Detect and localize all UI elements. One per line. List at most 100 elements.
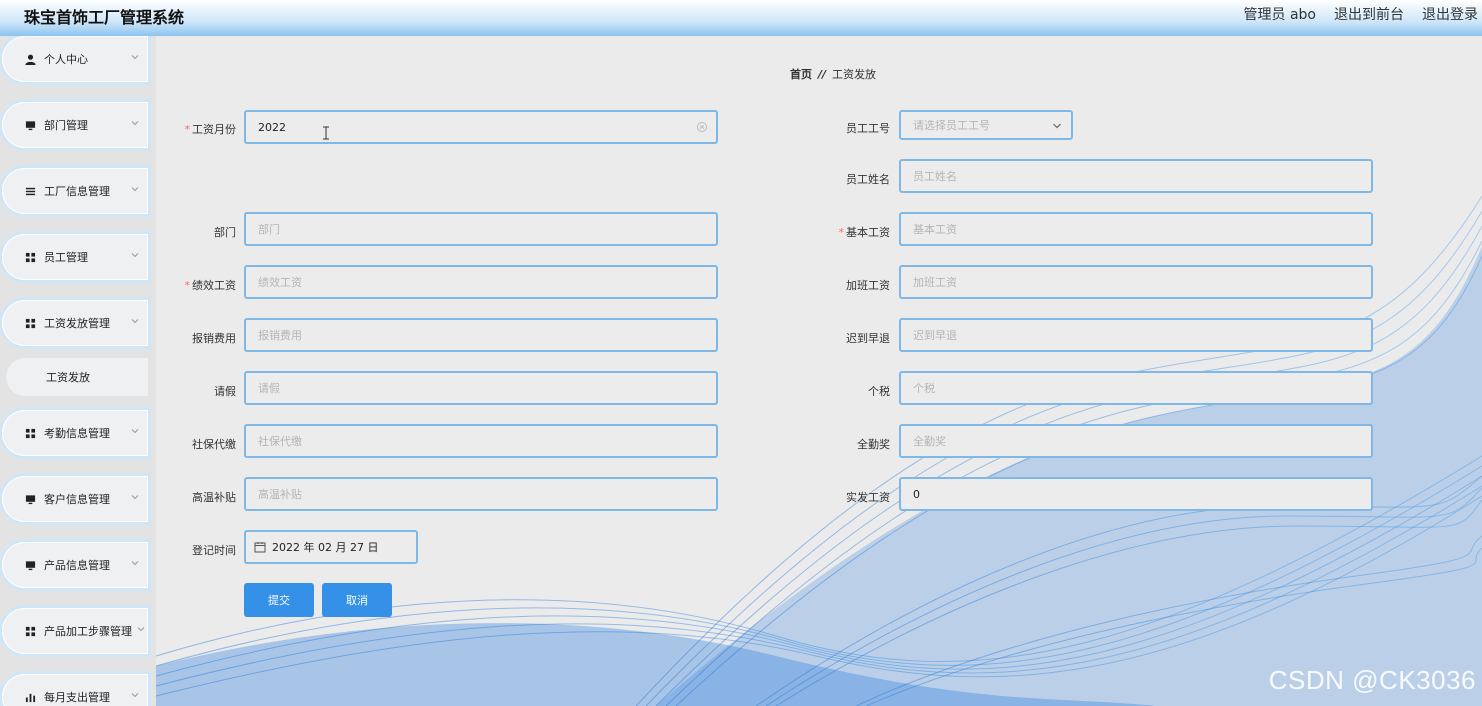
sidebar-item-processing-steps[interactable]: 产品加工步骤管理 [2, 608, 148, 654]
social-insurance-placeholder: 社保代缴 [258, 435, 302, 448]
admin-user-label: 管理员 abo [1243, 7, 1316, 23]
sidebar-item-label: 产品信息管理 [44, 559, 110, 572]
chevron-down-icon [1053, 123, 1061, 129]
performance-salary-label: * 绩效工资 [184, 279, 237, 292]
base-salary-label: * 基本工资 [838, 226, 891, 239]
breadcrumb: 首页 // 工资发放 [790, 66, 876, 82]
cancel-button[interactable]: 取消 [322, 583, 392, 617]
social-insurance-label: 社保代缴 [192, 438, 236, 451]
attendance-bonus-label: 全勤奖 [857, 438, 890, 451]
social-insurance-input[interactable]: 社保代缴 [244, 424, 718, 458]
sidebar-item-label: 产品加工步骤管理 [44, 625, 132, 638]
sidebar-item-label: 员工管理 [44, 251, 88, 264]
required-mark: * [184, 279, 191, 292]
register-time-datepicker[interactable]: 2022 年 02 月 27 日 [244, 530, 418, 564]
monitor-icon [24, 559, 36, 571]
heat-allowance-label: 高温补贴 [192, 491, 236, 504]
sidebar-item-employee[interactable]: 员工管理 [2, 234, 148, 280]
user-icon [24, 53, 36, 65]
top-header: 珠宝首饰工厂管理系统 管理员 abo 退出到前台 退出登录 [0, 0, 1482, 36]
actual-salary-input[interactable]: 0 [899, 477, 1373, 511]
watermark: CSDN @CK3036 [1268, 665, 1476, 695]
overtime-salary-placeholder: 加班工资 [913, 276, 957, 289]
grid-icon [24, 625, 36, 637]
department-input[interactable]: 部门 [244, 212, 718, 246]
submit-button[interactable]: 提交 [244, 583, 314, 617]
sidebar-item-monthly-expense[interactable]: 每月支出管理 [2, 674, 148, 706]
sidebar-item-label: 考勤信息管理 [44, 427, 110, 440]
grid-icon [24, 251, 36, 263]
employee-id-label: 员工工号 [846, 122, 890, 135]
attendance-bonus-input[interactable]: 全勤奖 [899, 424, 1373, 458]
actual-salary-label: 实发工资 [846, 491, 890, 504]
employee-id-select[interactable]: 请选择员工工号 [899, 110, 1073, 140]
performance-salary-input[interactable]: 绩效工资 [244, 265, 718, 299]
bar-chart-icon [24, 691, 36, 703]
chevron-down-icon [131, 187, 139, 192]
performance-salary-placeholder: 绩效工资 [258, 276, 302, 289]
register-time-label: 登记时间 [192, 544, 236, 557]
department-label: 部门 [214, 226, 236, 239]
breadcrumb-home[interactable]: 首页 [790, 66, 812, 82]
clear-icon[interactable] [696, 121, 708, 133]
sidebar-item-label: 客户信息管理 [44, 493, 110, 506]
register-time-value: 2022 年 02 月 27 日 [272, 541, 379, 554]
income-tax-input[interactable]: 个税 [899, 371, 1373, 405]
salary-month-value: 2022 [258, 120, 286, 134]
grid-icon [24, 317, 36, 329]
calendar-icon [254, 542, 266, 553]
monitor-icon [24, 119, 36, 131]
breadcrumb-separator: // [818, 67, 827, 81]
sidebar-item-label: 每月支出管理 [44, 691, 110, 704]
chevron-down-icon [131, 429, 139, 434]
chevron-down-icon [137, 627, 145, 632]
chevron-down-icon [131, 55, 139, 60]
base-salary-placeholder: 基本工资 [913, 223, 957, 236]
monitor-icon [24, 493, 36, 505]
leave-label: 请假 [214, 385, 236, 398]
salary-month-input[interactable]: 2022 [244, 110, 718, 144]
sidebar-item-factory-info[interactable]: 工厂信息管理 [2, 168, 148, 214]
sidebar-item-personal-center[interactable]: 个人中心 [2, 36, 148, 82]
employee-id-placeholder: 请选择员工工号 [913, 119, 990, 132]
late-early-label: 迟到早退 [846, 332, 890, 345]
chevron-down-icon [131, 319, 139, 324]
list-icon [24, 185, 36, 197]
income-tax-placeholder: 个税 [913, 382, 935, 395]
logout-link[interactable]: 退出登录 [1422, 4, 1478, 24]
reimbursement-input[interactable]: 报销费用 [244, 318, 718, 352]
text-cursor-icon [323, 126, 329, 140]
employee-name-label: 员工姓名 [846, 173, 890, 186]
reimbursement-placeholder: 报销费用 [258, 329, 302, 342]
heat-allowance-placeholder: 高温补贴 [258, 488, 302, 501]
sidebar-item-label: 个人中心 [44, 53, 88, 66]
employee-name-input[interactable]: 员工姓名 [899, 159, 1373, 193]
reimbursement-label: 报销费用 [192, 332, 236, 345]
sidebar-item-label: 工资发放管理 [44, 317, 110, 330]
back-to-front-link[interactable]: 退出到前台 [1334, 4, 1404, 24]
leave-placeholder: 请假 [258, 382, 280, 395]
chevron-down-icon [131, 561, 139, 566]
heat-allowance-input[interactable]: 高温补贴 [244, 477, 718, 511]
header-actions: 管理员 abo 退出到前台 退出登录 [1244, 4, 1478, 24]
required-mark: * [838, 226, 845, 239]
salary-month-label: * 工资月份 [184, 123, 237, 136]
late-early-placeholder: 迟到早退 [913, 329, 957, 342]
department-placeholder: 部门 [258, 223, 280, 236]
income-tax-label: 个税 [868, 385, 890, 398]
breadcrumb-current: 工资发放 [832, 68, 877, 81]
attendance-bonus-placeholder: 全勤奖 [913, 435, 946, 448]
late-early-input[interactable]: 迟到早退 [899, 318, 1373, 352]
overtime-salary-input[interactable]: 加班工资 [899, 265, 1373, 299]
employee-name-placeholder: 员工姓名 [913, 170, 957, 183]
overtime-salary-label: 加班工资 [846, 279, 890, 292]
grid-icon [24, 427, 36, 439]
chevron-down-icon [131, 693, 139, 698]
leave-input[interactable]: 请假 [244, 371, 718, 405]
actual-salary-value: 0 [913, 487, 920, 501]
chevron-down-icon [131, 253, 139, 258]
sidebar-item-label: 工厂信息管理 [44, 185, 110, 198]
base-salary-input[interactable]: 基本工资 [899, 212, 1373, 246]
required-mark: * [184, 123, 191, 136]
sidebar-item-label: 部门管理 [44, 119, 88, 132]
